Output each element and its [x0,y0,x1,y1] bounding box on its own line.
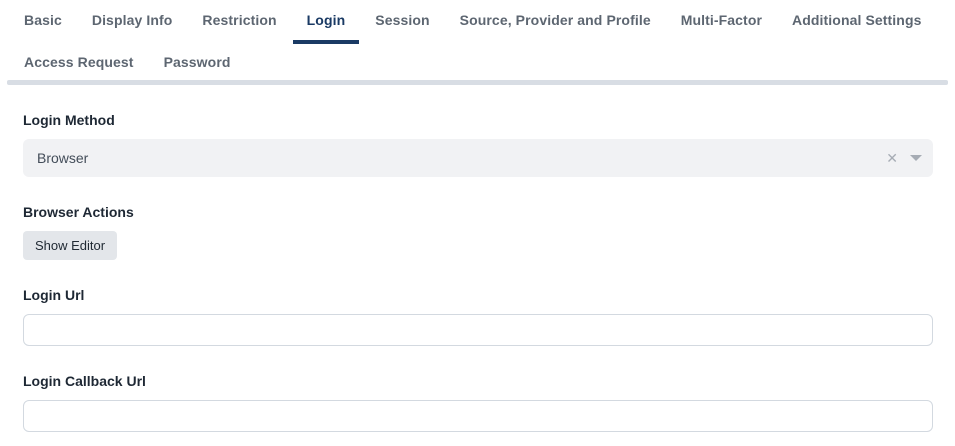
login-url-input[interactable] [23,314,933,346]
tab-basic[interactable]: Basic [10,0,76,44]
settings-tab-bar: Basic Display Info Restriction Login Ses… [0,0,955,80]
chevron-down-icon[interactable] [910,155,922,161]
tab-additional-settings[interactable]: Additional Settings [778,0,935,44]
show-editor-button[interactable]: Show Editor [23,231,117,260]
login-callback-url-input[interactable] [23,400,933,432]
tab-restriction[interactable]: Restriction [188,0,290,44]
browser-actions-label: Browser Actions [23,204,933,221]
login-method-selected-value: Browser [37,150,881,166]
tab-row-1: Basic Display Info Restriction Login Ses… [10,0,955,44]
tab-access-request[interactable]: Access Request [10,44,148,80]
tab-multi-factor[interactable]: Multi-Factor [667,0,776,44]
tab-display-info[interactable]: Display Info [78,0,187,44]
login-method-select[interactable]: Browser ✕ [23,139,933,177]
tab-session[interactable]: Session [361,0,443,44]
tabbar-divider [7,80,948,85]
login-settings-page: Basic Display Info Restriction Login Ses… [0,0,955,446]
login-method-label: Login Method [23,112,933,129]
tab-row-2: Access Request Password [10,44,955,80]
login-url-label: Login Url [23,287,933,304]
clear-icon[interactable]: ✕ [881,151,903,165]
tab-password[interactable]: Password [150,44,245,80]
login-settings-form: Login Method Browser ✕ Browser Actions S… [0,112,955,432]
login-callback-url-label: Login Callback Url [23,373,933,390]
tab-login[interactable]: Login [293,0,360,44]
tab-source-provider-and-profile[interactable]: Source, Provider and Profile [446,0,665,44]
